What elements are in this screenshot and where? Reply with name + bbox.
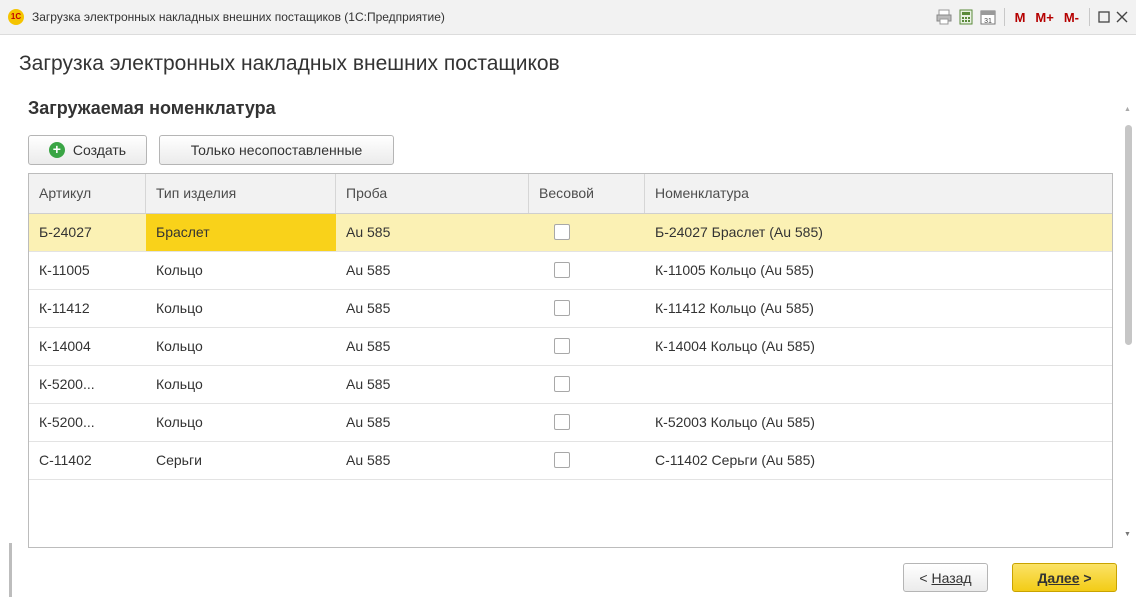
cell-assay[interactable]: Au 585 (336, 290, 529, 327)
weight-checkbox[interactable] (554, 376, 570, 392)
cell-article[interactable]: К-5200... (29, 366, 146, 403)
table-row[interactable]: К-14004 Кольцо Au 585 К-14004 Кольцо (Au… (29, 328, 1112, 366)
weight-checkbox[interactable] (554, 414, 570, 430)
scroll-up-arrow-icon[interactable]: ▲ (1124, 106, 1131, 113)
memory-button[interactable]: M (1013, 7, 1028, 27)
create-button[interactable]: + Создать (28, 135, 147, 165)
column-header-nomenclature[interactable]: Номенклатура (645, 174, 1112, 213)
table-row[interactable]: К-5200... Кольцо Au 585 К-52003 Кольцо (… (29, 404, 1112, 442)
weight-checkbox[interactable] (554, 224, 570, 240)
next-button[interactable]: Далее > (1012, 563, 1117, 592)
only-unmatched-button-label: Только несопоставленные (190, 142, 363, 158)
cell-assay[interactable]: Au 585 (336, 328, 529, 365)
app-logo-icon: 1С (8, 9, 24, 25)
column-header-weight[interactable]: Весовой (529, 174, 645, 213)
table-row[interactable]: Б-24027 Браслет Au 585 Б-24027 Браслет (… (29, 214, 1112, 252)
plus-circle-icon: + (48, 142, 65, 158)
next-button-label: Далее (1037, 569, 1080, 586)
cell-article[interactable]: К-5200... (29, 404, 146, 441)
scrollbar-thumb[interactable] (1125, 125, 1132, 345)
memory-plus-button[interactable]: M+ (1033, 7, 1055, 27)
table-row[interactable]: С-11402 Серьги Au 585 С-11402 Серьги (Au… (29, 442, 1112, 480)
cell-type[interactable]: Кольцо (146, 404, 336, 441)
only-unmatched-button[interactable]: Только несопоставленные (159, 135, 394, 165)
section-title: Загружаемая номенклатура (28, 98, 276, 118)
cell-nomenclature[interactable] (645, 366, 1112, 403)
titlebar-toolbar: 31 M M+ M- (936, 7, 1128, 27)
cell-nomenclature[interactable]: К-11005 Кольцо (Au 585) (645, 252, 1112, 289)
weight-checkbox[interactable] (554, 338, 570, 354)
nomenclature-table[interactable]: Артикул Тип изделия Проба Весовой Номенк… (28, 173, 1113, 548)
next-arrow: > (1079, 569, 1092, 586)
cell-assay[interactable]: Au 585 (336, 252, 529, 289)
scroll-down-arrow-icon[interactable]: ▼ (1124, 531, 1131, 538)
form-title: Загрузка электронных накладных внешних п… (19, 52, 560, 75)
toolbar-separator (1003, 8, 1005, 26)
column-header-type[interactable]: Тип изделия (146, 174, 336, 213)
cell-assay[interactable]: Au 585 (336, 404, 529, 441)
cell-nomenclature[interactable]: К-14004 Кольцо (Au 585) (645, 328, 1112, 365)
cell-nomenclature[interactable]: К-52003 Кольцо (Au 585) (645, 404, 1112, 441)
table-row[interactable]: К-11412 Кольцо Au 585 К-11412 Кольцо (Au… (29, 290, 1112, 328)
window-titlebar: 1С Загрузка электронных накладных внешни… (0, 0, 1136, 35)
column-header-article[interactable]: Артикул (29, 174, 146, 213)
cell-weight (529, 252, 645, 289)
table-row[interactable]: К-11005 Кольцо Au 585 К-11005 Кольцо (Au… (29, 252, 1112, 290)
cell-type[interactable]: Кольцо (146, 290, 336, 327)
cell-nomenclature[interactable]: К-11412 Кольцо (Au 585) (645, 290, 1112, 327)
cell-type[interactable]: Кольцо (146, 366, 336, 403)
create-button-label: Создать (72, 142, 127, 158)
cell-type[interactable]: Серьги (146, 442, 336, 479)
cell-article[interactable]: К-11005 (29, 252, 146, 289)
toolbar-separator (1089, 8, 1090, 26)
window-edge (9, 543, 12, 597)
svg-text:31: 31 (984, 18, 992, 25)
back-button-label: Назад (931, 569, 972, 586)
cell-assay[interactable]: Au 585 (336, 442, 529, 479)
cell-nomenclature[interactable]: С-11402 Серьги (Au 585) (645, 442, 1112, 479)
cell-article[interactable]: К-14004 (29, 328, 146, 365)
cell-type[interactable]: Кольцо (146, 252, 336, 289)
cell-article[interactable]: К-11412 (29, 290, 146, 327)
cell-article[interactable]: Б-24027 (29, 214, 146, 251)
close-icon[interactable] (1116, 7, 1128, 27)
memory-minus-button[interactable]: M- (1062, 7, 1081, 27)
cell-assay[interactable]: Au 585 (336, 214, 529, 251)
cell-article[interactable]: С-11402 (29, 442, 146, 479)
cell-weight (529, 328, 645, 365)
back-arrow: < (919, 569, 932, 586)
cell-assay[interactable]: Au 585 (336, 366, 529, 403)
weight-checkbox[interactable] (554, 452, 570, 468)
weight-checkbox[interactable] (554, 300, 570, 316)
maximize-icon[interactable] (1098, 7, 1110, 27)
table-row[interactable]: К-5200... Кольцо Au 585 (29, 366, 1112, 404)
cell-type[interactable]: Кольцо (146, 328, 336, 365)
printer-icon[interactable] (936, 7, 952, 27)
column-header-assay[interactable]: Проба (336, 174, 529, 213)
cell-weight (529, 214, 645, 251)
calendar-icon[interactable]: 31 (980, 7, 996, 27)
cell-weight (529, 366, 645, 403)
cell-weight (529, 442, 645, 479)
table-header: Артикул Тип изделия Проба Весовой Номенк… (29, 174, 1112, 214)
calculator-icon[interactable] (958, 7, 974, 27)
weight-checkbox[interactable] (554, 262, 570, 278)
cell-nomenclature[interactable]: Б-24027 Браслет (Au 585) (645, 214, 1112, 251)
back-button[interactable]: < Назад (903, 563, 988, 592)
cell-weight (529, 404, 645, 441)
window-title: Загрузка электронных накладных внешних п… (32, 10, 445, 24)
cell-type[interactable]: Браслет (146, 214, 336, 251)
cell-weight (529, 290, 645, 327)
